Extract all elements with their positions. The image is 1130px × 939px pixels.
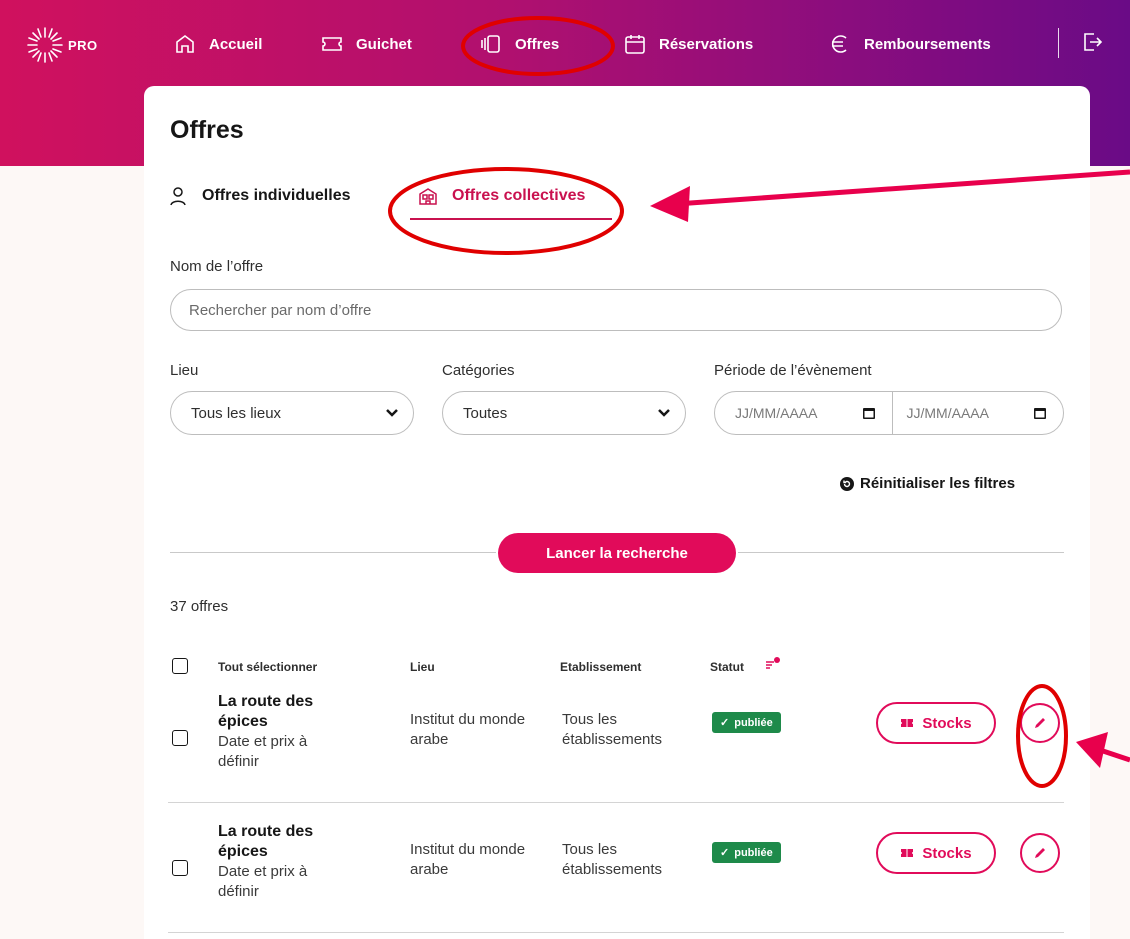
- header-lieu: Lieu: [410, 660, 435, 674]
- categories-select-value: Toutes: [463, 404, 508, 422]
- divider-right: [738, 552, 1064, 553]
- nav-reservations[interactable]: Réservations: [623, 28, 753, 60]
- offer-search-input[interactable]: [170, 289, 1062, 331]
- offers-card: Offres Offres individuelles Offres colle…: [144, 86, 1090, 939]
- pencil-icon: [1035, 718, 1045, 728]
- check-icon: ✓: [720, 847, 730, 859]
- table-row: La route des épices Date et prix à défin…: [168, 822, 1064, 938]
- offer-name-label: Nom de l’offre: [170, 258, 264, 275]
- offer-etablissement: Tous les établissements: [562, 841, 663, 878]
- page-title: Offres: [170, 116, 244, 144]
- logout-button[interactable]: [1080, 30, 1104, 54]
- status-label: publiée: [734, 846, 773, 859]
- header-etablissement: Etablissement: [560, 660, 642, 674]
- pass-culture-logo[interactable]: PRO: [24, 22, 124, 68]
- status-sort-icon[interactable]: [764, 656, 784, 672]
- calendar-icon: [625, 35, 645, 54]
- chevron-down-icon: [386, 409, 398, 417]
- categories-label: Catégories: [442, 362, 515, 379]
- nav-accueil[interactable]: Accueil: [173, 28, 262, 60]
- nav-offres[interactable]: Offres: [479, 28, 559, 60]
- categories-select[interactable]: Toutes: [442, 391, 686, 435]
- reset-filters-button[interactable]: Réinitialiser les filtres: [840, 475, 1015, 492]
- header-select-all: Tout sélectionner: [218, 660, 318, 674]
- nav-offres-label: Offres: [515, 35, 560, 53]
- table-row: La route des épices Date et prix à défin…: [168, 692, 1064, 808]
- period-label: Période de l’évènement: [714, 362, 872, 379]
- status-badge: ✓ publiée: [712, 842, 781, 863]
- edit-button[interactable]: [1020, 833, 1060, 873]
- nav-guichet[interactable]: Guichet: [320, 28, 412, 60]
- lieu-select[interactable]: Tous les lieux: [170, 391, 414, 435]
- logout-icon: [1084, 33, 1103, 51]
- ticket-icon: [901, 849, 914, 857]
- ticket-icon: [322, 37, 342, 51]
- reset-filters-label: Réinitialiser les filtres: [860, 475, 1016, 492]
- user-icon: [170, 187, 186, 206]
- status-badge: ✓ publiée: [712, 712, 781, 733]
- row-separator: [168, 802, 1064, 803]
- offer-etablissement: Tous les établissements: [562, 711, 663, 748]
- nav-accueil-label: Accueil: [209, 35, 263, 53]
- offers-count: 37 offres: [170, 598, 229, 615]
- logo-text: PRO: [68, 37, 98, 53]
- offer-title[interactable]: La route des épices: [218, 692, 348, 732]
- home-icon: [176, 35, 194, 53]
- calendar-picker-icon[interactable]: [1033, 406, 1047, 420]
- check-icon: ✓: [720, 717, 730, 729]
- tab-individuelles-label: Offres individuelles: [202, 187, 351, 204]
- nav-guichet-label: Guichet: [356, 35, 412, 53]
- stocks-button[interactable]: Stocks: [876, 702, 996, 744]
- status-label: publiée: [734, 716, 773, 729]
- launch-search-button[interactable]: Lancer la recherche: [498, 533, 736, 573]
- offer-subtitle: Date et prix à définir: [218, 733, 308, 770]
- date-end-input[interactable]: JJ/MM/AAAA: [891, 392, 1064, 434]
- ticket-icon: [901, 719, 914, 727]
- tab-offres-individuelles[interactable]: Offres individuelles: [168, 186, 350, 206]
- row-checkbox[interactable]: [172, 860, 188, 876]
- stocks-label: Stocks: [922, 844, 972, 862]
- nav-reservations-label: Réservations: [659, 35, 754, 53]
- building-icon: [419, 188, 437, 205]
- stocks-button[interactable]: Stocks: [876, 832, 996, 874]
- pencil-icon: [1035, 848, 1045, 858]
- sunburst-logo-icon: [27, 27, 63, 63]
- euro-icon: [831, 35, 847, 53]
- date-start-placeholder: JJ/MM/AAAA: [735, 405, 818, 421]
- nav-remboursements[interactable]: Remboursements: [828, 28, 991, 60]
- calendar-picker-icon[interactable]: [862, 406, 876, 420]
- offer-lieu: Institut du monde arabe: [410, 711, 526, 748]
- offer-subtitle: Date et prix à définir: [218, 863, 308, 900]
- date-end-placeholder: JJ/MM/AAAA: [906, 405, 989, 421]
- lieu-select-value: Tous les lieux: [191, 404, 282, 422]
- reset-icon: [840, 476, 854, 491]
- annotation-arrow-line-bottom: [1093, 745, 1130, 763]
- nav-separator: [1058, 28, 1059, 58]
- header-statut: Statut: [710, 660, 744, 674]
- row-checkbox[interactable]: [172, 730, 188, 746]
- nav-remboursements-label: Remboursements: [864, 35, 991, 53]
- period-date-range: JJ/MM/AAAA JJ/MM/AAAA: [714, 391, 1064, 435]
- row-separator: [168, 932, 1064, 933]
- offer-lieu: Institut du monde arabe: [410, 841, 526, 878]
- divider-left: [170, 552, 496, 553]
- lieu-label: Lieu: [170, 362, 199, 379]
- offer-title[interactable]: La route des épices: [218, 822, 348, 862]
- chevron-down-icon: [658, 409, 670, 417]
- tab-offres-collectives[interactable]: Offres collectives: [418, 186, 585, 206]
- tab-collectives-label: Offres collectives: [452, 187, 586, 204]
- offers-icon: [481, 35, 500, 53]
- edit-button[interactable]: [1020, 703, 1060, 743]
- select-all-checkbox[interactable]: [172, 658, 188, 674]
- date-start-input[interactable]: JJ/MM/AAAA: [715, 392, 892, 434]
- stocks-label: Stocks: [922, 714, 972, 732]
- active-tab-underline: [410, 218, 612, 220]
